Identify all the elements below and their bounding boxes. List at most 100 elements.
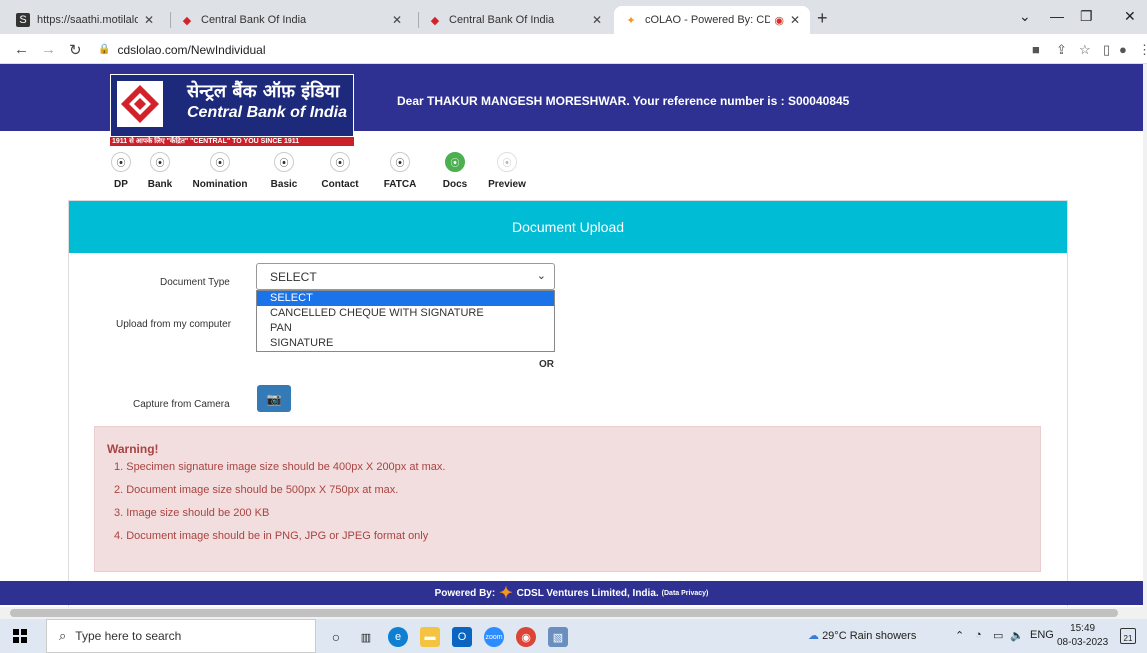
step-dot-icon: ⦿ — [497, 152, 517, 172]
recording-icon: ◉ — [774, 14, 784, 27]
file-explorer-icon[interactable]: ▬ — [420, 627, 440, 647]
dropdown-option[interactable]: PAN — [257, 321, 554, 336]
cdsl-favicon-icon: ✦ — [626, 14, 636, 27]
step-dot-icon: ⦿ — [445, 152, 465, 172]
dropdown-option[interactable]: SELECT — [257, 291, 554, 306]
url-field[interactable]: 🔒 cdslolao.com/NewIndividual — [98, 40, 266, 59]
step-dot-icon: ⦿ — [390, 152, 410, 172]
restore-icon[interactable]: ❐ — [1080, 8, 1093, 25]
weather-widget[interactable]: ☁ 29°C Rain showers — [808, 629, 916, 642]
photos-icon[interactable]: ▧ — [548, 627, 568, 647]
step-preview[interactable]: ⦿ Preview — [477, 152, 537, 190]
step-dot-icon: ⦿ — [111, 152, 131, 172]
tray-chevron-icon[interactable]: ⌃ — [955, 629, 964, 642]
step-label: Basic — [270, 179, 298, 190]
close-tab-icon[interactable]: ✕ — [392, 13, 402, 27]
data-privacy-link[interactable]: (Data Privacy) — [662, 590, 709, 597]
volume-icon[interactable]: 🔈 — [1010, 629, 1024, 642]
notification-count: 21 — [1123, 634, 1133, 643]
network-icon[interactable]: ◔ — [975, 629, 982, 641]
minimize-icon[interactable]: — — [1050, 8, 1064, 24]
back-icon[interactable]: ← — [14, 41, 29, 58]
tab-title: cOLAO - Powered By: CDSL \ — [645, 14, 771, 26]
zoom-icon[interactable]: zoom — [484, 627, 504, 647]
warning-item: 1. Specimen signature image size should … — [114, 461, 446, 473]
powered-by-label: Powered By: — [434, 587, 496, 599]
close-tab-icon[interactable]: ✕ — [592, 13, 602, 27]
windows-taskbar: ⌕ Type here to search ○ ▥ e ▬ O zoom ◉ ▧… — [0, 619, 1147, 653]
browser-tab-active[interactable]: ✦ cOLAO - Powered By: CDSL \ ◉ ✕ — [614, 6, 810, 34]
upload-label: Upload from my computer — [116, 319, 232, 330]
language-indicator[interactable]: ENG — [1030, 629, 1054, 641]
outlook-icon[interactable]: O — [452, 627, 472, 647]
cortana-icon[interactable]: ○ — [326, 627, 346, 647]
tab-title: Central Bank Of India — [201, 14, 307, 26]
notifications-icon[interactable]: 21 — [1120, 628, 1136, 644]
document-type-select[interactable]: SELECT ⌄ — [256, 263, 555, 290]
document-type-dropdown: SELECT CANCELLED CHEQUE WITH SIGNATURE P… — [256, 290, 555, 352]
step-label: Preview — [488, 179, 526, 190]
vertical-scrollbar[interactable] — [1143, 64, 1147, 607]
dropdown-option[interactable]: SIGNATURE — [257, 336, 554, 351]
bank-name: Central Bank of India — [187, 104, 348, 121]
windows-start-icon[interactable] — [13, 629, 27, 643]
warning-item: 3. Image size should be 200 KB — [114, 507, 270, 519]
window-close-icon[interactable]: ✕ — [1124, 8, 1136, 25]
step-contact[interactable]: ⦿ Contact — [310, 152, 370, 190]
tab-title: Central Bank Of India — [449, 14, 555, 26]
warning-item: 4. Document image should be in PNG, JPG … — [114, 530, 429, 542]
tab-search-icon[interactable]: ⌄ — [1019, 8, 1031, 25]
forward-icon[interactable]: → — [41, 41, 56, 58]
step-label: Docs — [442, 179, 468, 190]
warning-heading: Warning! — [107, 442, 159, 456]
dropdown-option[interactable]: CANCELLED CHEQUE WITH SIGNATURE — [257, 306, 554, 321]
clock-date: 08-03-2023 — [1057, 637, 1109, 648]
search-placeholder: Type here to search — [75, 629, 182, 643]
close-tab-icon[interactable]: ✕ — [144, 13, 154, 27]
browser-tab[interactable]: S https://saathi.motilaloswal.com/E ✕ — [6, 6, 164, 34]
central-bank-favicon-icon: ◆ — [182, 14, 192, 27]
new-tab-icon[interactable]: + — [817, 8, 828, 29]
url-text: cdslolao.com/NewIndividual — [117, 42, 266, 57]
select-value: SELECT — [270, 270, 317, 284]
taskbar-search[interactable]: ⌕ Type here to search — [46, 619, 316, 653]
reload-icon[interactable]: ↻ — [69, 41, 82, 59]
address-bar-area: ← → ↻ 🔒 cdslolao.com/NewIndividual ■ ⇪ ☆… — [0, 34, 1147, 64]
page-content: Dear THAKUR MANGESH MORESHWAR. Your refe… — [0, 64, 1147, 607]
step-nomination[interactable]: ⦿ Nomination — [190, 152, 250, 190]
step-bank[interactable]: ⦿ Bank — [130, 152, 190, 190]
horizontal-scrollbar[interactable] — [0, 607, 1147, 619]
step-dot-icon: ⦿ — [274, 152, 294, 172]
share-icon[interactable]: ⇪ — [1056, 42, 1067, 58]
task-view-icon[interactable]: ▥ — [356, 627, 376, 647]
document-type-label: Document Type — [160, 277, 230, 288]
camera-label: Capture from Camera — [133, 399, 230, 410]
company-name: CDSL Ventures Limited, India. — [516, 587, 659, 599]
profile-icon[interactable]: ● — [1119, 42, 1127, 57]
battery-icon[interactable]: ▭ — [993, 629, 1003, 642]
warning-item: 2. Document image size should be 500px X… — [114, 484, 399, 496]
browser-tab[interactable]: ◆ Central Bank Of India ✕ — [418, 6, 612, 34]
bookmark-star-icon[interactable]: ☆ — [1079, 42, 1091, 58]
edge-icon[interactable]: e — [388, 627, 408, 647]
step-dot-icon: ⦿ — [210, 152, 230, 172]
site-footer: Powered By: ✦ CDSL Ventures Limited, Ind… — [0, 581, 1143, 605]
system-clock[interactable]: 15:49 08-03-2023 — [1057, 622, 1108, 650]
close-tab-icon[interactable]: ✕ — [790, 13, 800, 27]
weather-icon: ☁ — [808, 630, 819, 642]
browser-tab[interactable]: ◆ Central Bank Of India ✕ — [170, 6, 412, 34]
browser-tabbar: S https://saathi.motilaloswal.com/E ✕ ◆ … — [0, 0, 1147, 34]
step-fatca[interactable]: ⦿ FATCA — [370, 152, 430, 190]
menu-icon[interactable]: ⋮ — [1138, 42, 1147, 58]
capture-camera-button[interactable]: 📷 — [257, 385, 291, 412]
step-label: Bank — [147, 179, 173, 190]
bank-logo: सेन्ट्रल बैंक ऑफ़ इंडिया Central Bank of… — [110, 74, 354, 137]
step-label: Contact — [321, 179, 359, 190]
search-icon: ⌕ — [59, 628, 67, 643]
or-separator: OR — [539, 359, 554, 370]
step-docs[interactable]: ⦿ Docs — [425, 152, 485, 190]
camera-in-use-icon[interactable]: ■ — [1032, 42, 1040, 57]
step-basic[interactable]: ⦿ Basic — [254, 152, 314, 190]
chrome-icon[interactable]: ◉ — [516, 627, 536, 647]
side-panel-icon[interactable]: ▯ — [1103, 42, 1110, 58]
